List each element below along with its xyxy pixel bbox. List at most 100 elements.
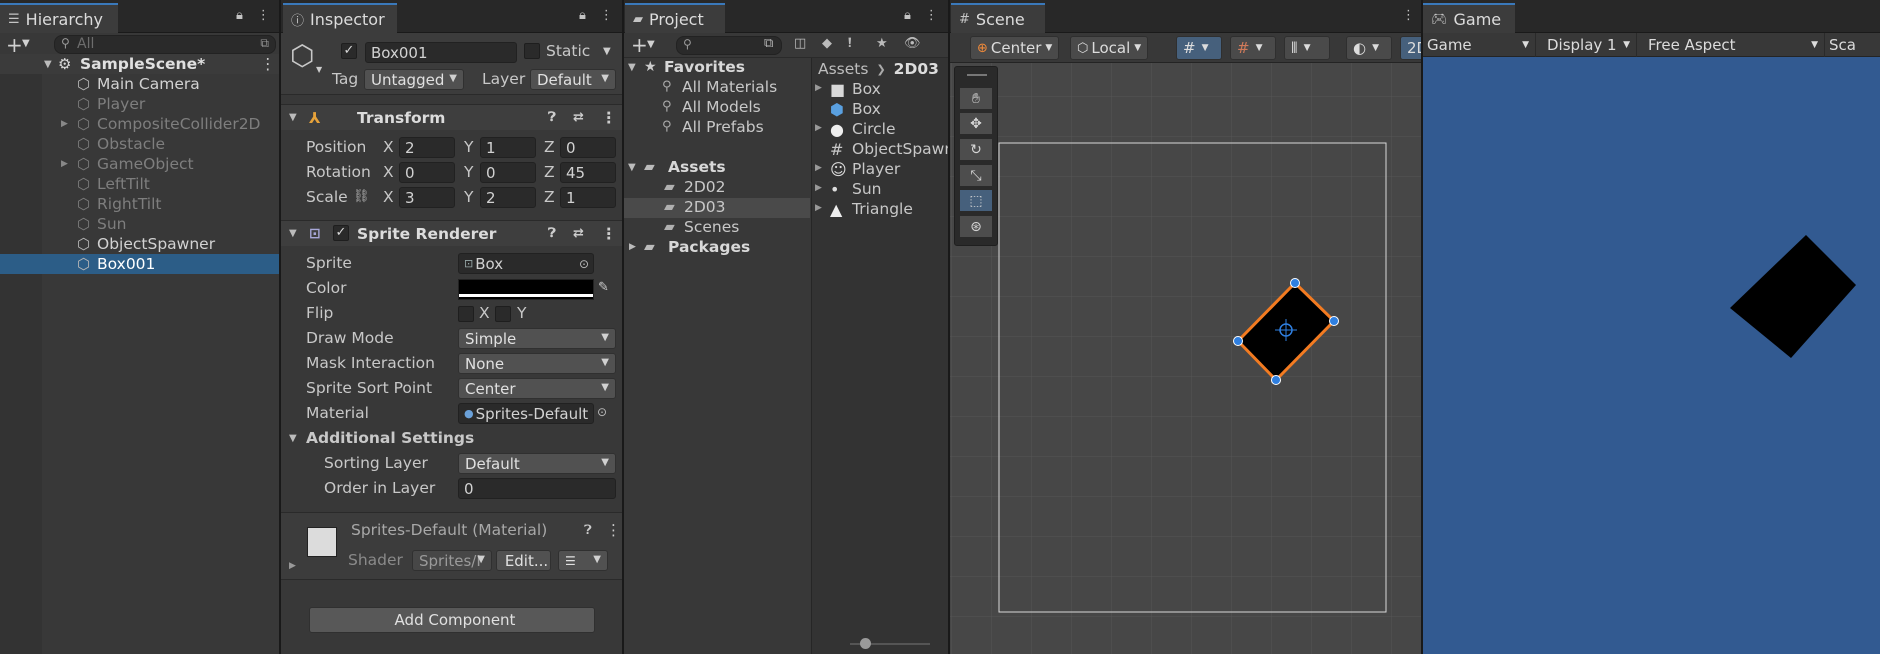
transform-header[interactable]: ▼ ⅄ Transform ❓︎ ⇄ ⋮ — [281, 104, 622, 130]
sprite-object-field[interactable]: ⊡ Box ⊙ — [458, 253, 594, 274]
filter-type-icon[interactable]: ◫ — [794, 36, 806, 51]
packages-label[interactable]: Packages — [668, 238, 750, 256]
axis-y-label[interactable]: Y — [464, 188, 473, 206]
more-menu-icon[interactable]: ⋮ — [1402, 8, 1415, 23]
create-dropdown-arrow-icon[interactable]: ▼ — [647, 39, 655, 50]
expand-arrow-icon[interactable]: ▶ — [61, 119, 68, 129]
hand-tool-button[interactable]: ✋︎ — [959, 87, 993, 110]
asset-folder-item[interactable]: Scenes — [684, 218, 739, 236]
scene-root-row[interactable]: ▼ ⚙ SampleScene* ⋮ — [0, 54, 279, 74]
scale-slider-label[interactable]: Sca — [1829, 33, 1856, 57]
rotation-y-field[interactable]: 0 — [480, 162, 536, 183]
pivot-mode-dropdown[interactable]: ⊕ Center ▼ — [970, 36, 1060, 60]
rect-handle-left[interactable] — [1233, 336, 1243, 346]
axis-x-label[interactable]: X — [383, 163, 394, 181]
icon-dropdown-arrow-icon[interactable]: ▼ — [316, 65, 322, 74]
additional-settings-arrow-icon[interactable]: ▼ — [289, 433, 297, 444]
tab-game[interactable]: 🎮︎ Game — [1423, 3, 1515, 33]
expand-arrow-icon[interactable]: ▶ — [815, 203, 822, 213]
axis-z-label[interactable]: Z — [544, 163, 555, 181]
rect-tool-button[interactable]: ⬚ — [959, 189, 993, 212]
help-icon[interactable]: ❓︎ — [548, 226, 556, 241]
asset-file-item[interactable]: Player — [852, 160, 900, 178]
hierarchy-item[interactable]: ▶ ⬡ GameObject — [0, 154, 279, 174]
axis-z-label[interactable]: Z — [544, 138, 555, 156]
active-checkbox[interactable]: ✓ — [341, 43, 357, 59]
asset-file-item[interactable]: Box — [852, 100, 881, 118]
preset-icon[interactable]: ⇄ — [573, 226, 584, 241]
expand-arrow-icon[interactable]: ▼ — [628, 62, 636, 73]
breadcrumb-root[interactable]: Assets — [818, 60, 868, 78]
object-picker-icon[interactable]: ⊙ — [597, 405, 607, 419]
collapse-arrow-icon[interactable]: ▼ — [289, 112, 297, 123]
aspect-dropdown[interactable]: Free Aspect ▼ — [1638, 33, 1825, 57]
component-menu-icon[interactable]: ⋮ — [601, 109, 617, 127]
label-tag-icon[interactable]: ◆ — [822, 36, 832, 51]
grid-visibility-button[interactable]: # ▼ — [1176, 36, 1222, 60]
additional-settings-label[interactable]: Additional Settings — [306, 429, 474, 447]
axis-x-label[interactable]: X — [383, 188, 394, 206]
hierarchy-item[interactable]: ⬡ Player — [0, 94, 279, 114]
lock-icon[interactable]: 🔒︎ — [236, 8, 243, 23]
game-view-dropdown[interactable]: Game ▼ — [1423, 33, 1536, 57]
scene-more-icon[interactable]: ⋮ — [260, 55, 276, 73]
object-name-field[interactable]: Box001 — [365, 42, 517, 63]
more-menu-icon[interactable]: ⋮ — [925, 8, 938, 23]
hierarchy-item[interactable]: ⬡ RightTilt — [0, 194, 279, 214]
hierarchy-item[interactable]: ⬡ LeftTilt — [0, 174, 279, 194]
help-icon[interactable]: ❓︎ — [548, 110, 556, 125]
asset-file-item[interactable]: Sun — [852, 180, 882, 198]
add-component-button[interactable]: Add Component — [309, 607, 595, 633]
star-icon[interactable]: ★ — [876, 36, 888, 51]
sprite-sort-point-dropdown[interactable]: Center ▼ — [458, 378, 616, 399]
favorites-item[interactable]: All Prefabs — [682, 118, 764, 136]
create-icon[interactable]: + — [631, 33, 648, 57]
position-x-field[interactable]: 2 — [399, 137, 455, 158]
expand-arrow-icon[interactable]: ▶ — [61, 159, 68, 169]
expand-arrow-icon[interactable]: ▶ — [815, 123, 822, 133]
axis-y-label[interactable]: Y — [464, 163, 473, 181]
hierarchy-item[interactable]: ⬡ Main Camera — [0, 74, 279, 94]
search-filter-icon[interactable]: ⧉ — [260, 36, 269, 51]
scale-y-field[interactable]: 2 — [480, 187, 536, 208]
layer-dropdown[interactable]: Default ▼ — [530, 69, 616, 90]
static-checkbox[interactable] — [524, 43, 540, 59]
transform-tool-button[interactable]: ⊛ — [959, 215, 993, 238]
rotation-x-field[interactable]: 0 — [399, 162, 455, 183]
expand-arrow-icon[interactable]: ▶ — [815, 83, 822, 93]
more-menu-icon[interactable]: ⋮ — [600, 8, 613, 23]
collapse-arrow-icon[interactable]: ▼ — [289, 228, 297, 239]
hierarchy-item[interactable]: ⬡ Sun — [0, 214, 279, 234]
constrain-proportions-icon[interactable]: ⛓ — [353, 189, 370, 204]
slider-thumb[interactable] — [860, 638, 871, 649]
flip-x-checkbox[interactable] — [458, 306, 474, 322]
scale-x-field[interactable]: 3 — [399, 187, 455, 208]
lock-icon[interactable]: 🔒︎ — [579, 8, 586, 23]
rect-handle-bottom[interactable] — [1271, 375, 1281, 385]
axis-z-label[interactable]: Z — [544, 188, 555, 206]
breadcrumb-current[interactable]: 2D03 — [894, 60, 939, 78]
more-menu-icon[interactable]: ⋮ — [257, 8, 270, 23]
shader-options-dropdown[interactable]: ☰ ▼ — [558, 550, 608, 571]
component-menu-icon[interactable]: ⋮ — [606, 521, 621, 539]
tag-dropdown[interactable]: Untagged ▼ — [364, 69, 464, 90]
draw-mode-button[interactable]: ◐ ▼ — [1346, 36, 1392, 60]
lock-icon[interactable]: 🔒︎ — [904, 8, 911, 23]
position-z-field[interactable]: 0 — [560, 137, 616, 158]
asset-file-item[interactable]: ObjectSpawn — [852, 140, 948, 158]
grid-snapping-button[interactable]: # ▼ — [1230, 36, 1276, 60]
rect-handle-top[interactable] — [1290, 278, 1300, 288]
draw-mode-dropdown[interactable]: Simple ▼ — [458, 328, 616, 349]
axis-y-label[interactable]: Y — [464, 138, 473, 156]
eyedropper-icon[interactable]: ✎ — [598, 280, 609, 295]
favorites-label[interactable]: Favorites — [664, 58, 745, 76]
sprite-renderer-enabled-checkbox[interactable]: ✓ — [333, 225, 349, 241]
log-type-icon[interactable]: ❗︎ — [848, 36, 852, 51]
overlay-drag-handle[interactable] — [967, 74, 987, 76]
hierarchy-item[interactable]: ⬡ Box001 — [0, 254, 279, 274]
asset-folder-item[interactable]: 2D02 — [684, 178, 726, 196]
flip-y-checkbox[interactable] — [495, 306, 511, 322]
asset-file-item[interactable]: Triangle — [852, 200, 913, 218]
favorites-item[interactable]: All Models — [682, 98, 761, 116]
hierarchy-search-input[interactable]: ⚲ All ⧉ — [54, 35, 276, 54]
